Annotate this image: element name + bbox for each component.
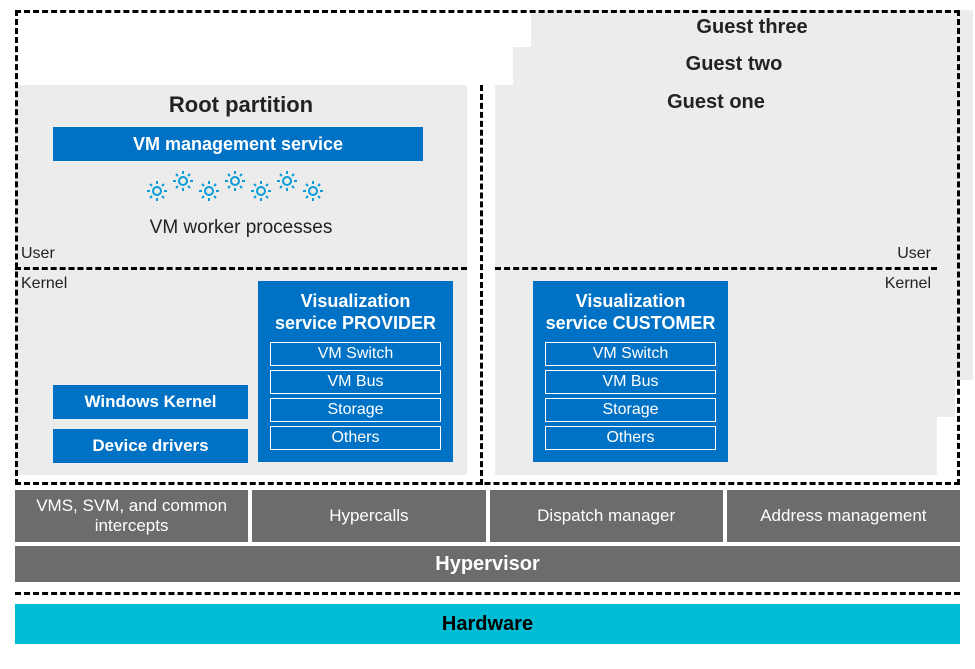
root-partition: Root partition VM management service	[15, 85, 467, 475]
viz-provider-item: Storage	[270, 398, 441, 422]
root-kernel-label: Kernel	[21, 275, 67, 293]
viz-provider-item: VM Bus	[270, 370, 441, 394]
viz-customer-item: VM Bus	[545, 370, 716, 394]
viz-customer-item: Others	[545, 426, 716, 450]
root-partition-title: Root partition	[15, 85, 467, 118]
hardware-bar: Hardware	[15, 604, 960, 644]
viz-customer-item: Storage	[545, 398, 716, 422]
windows-kernel-box: Windows Kernel	[53, 385, 248, 419]
guest-user-label: User	[897, 245, 931, 263]
guest-user-kernel-divider	[495, 267, 937, 270]
root-user-kernel-divider	[15, 267, 467, 270]
viz-provider-title: Visualization service PROVIDER	[270, 291, 441, 334]
hypervisor-components-row: VMS, SVM, and common intercepts Hypercal…	[15, 490, 960, 542]
gear-icon	[197, 179, 221, 203]
hypervisor-cell-intercepts: VMS, SVM, and common intercepts	[15, 490, 248, 542]
device-drivers-box: Device drivers	[53, 429, 248, 463]
guest-kernel-label: Kernel	[885, 275, 931, 293]
guest-two-title: Guest two	[513, 47, 955, 76]
guest-partition-one: Guest one User Kernel Visualization serv…	[495, 85, 937, 475]
viz-provider-item: VM Switch	[270, 342, 441, 366]
viz-customer-title: Visualization service CUSTOMER	[545, 291, 716, 334]
gear-icon	[145, 179, 169, 203]
guest-three-title: Guest three	[531, 10, 973, 39]
hypervisor-cell-dispatch: Dispatch manager	[490, 490, 723, 542]
vm-worker-processes-label: VM worker processes	[15, 217, 467, 239]
guest-one-title: Guest one	[495, 85, 937, 114]
visualization-service-customer-box: Visualization service CUSTOMER VM Switch…	[533, 281, 728, 462]
gear-icon	[223, 169, 247, 193]
gear-icon	[301, 179, 325, 203]
gear-icon	[275, 169, 299, 193]
vm-management-service-box: VM management service	[53, 127, 423, 161]
hypervisor-hardware-divider	[15, 592, 960, 595]
hypervisor-label-bar: Hypervisor	[15, 546, 960, 582]
gear-icon	[171, 169, 195, 193]
gear-row-icon	[145, 169, 345, 211]
hypervisor-cell-address: Address management	[727, 490, 960, 542]
viz-provider-item: Others	[270, 426, 441, 450]
root-user-label: User	[21, 245, 55, 263]
hypervisor-cell-hypercalls: Hypercalls	[252, 490, 485, 542]
partition-vertical-divider	[480, 85, 483, 485]
viz-customer-item: VM Switch	[545, 342, 716, 366]
visualization-service-provider-box: Visualization service PROVIDER VM Switch…	[258, 281, 453, 462]
gear-icon	[249, 179, 273, 203]
